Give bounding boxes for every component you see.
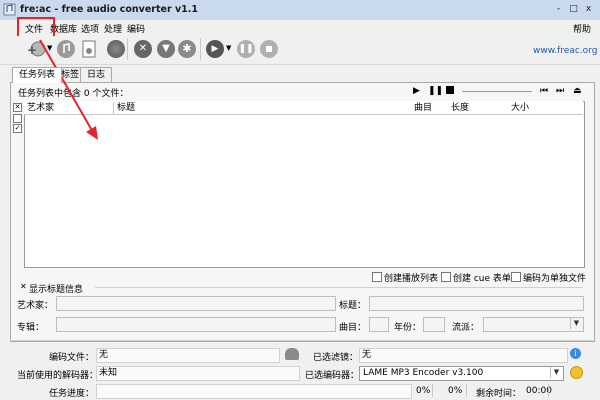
selected-filter-label: 已选滤镜： (313, 353, 359, 363)
create-playlist-checkbox[interactable] (372, 272, 382, 282)
separator (10, 340, 593, 341)
decoder-value: 未知 (96, 366, 300, 381)
tab-joblist[interactable]: 任务列表 (12, 67, 62, 83)
album-field[interactable] (56, 317, 336, 332)
app-icon (3, 3, 16, 16)
album-label: 专辑： (17, 323, 45, 333)
eject-icon[interactable]: ⏏ (573, 86, 582, 96)
tools-icon[interactable]: ✕ (134, 40, 152, 58)
window-title: fre:ac - free audio converter v1.1 (20, 4, 198, 15)
chevron-down-icon: ▼ (550, 367, 562, 378)
play-icon[interactable]: ▶ (413, 86, 420, 96)
encoding-file-value: 无 (96, 348, 280, 363)
column-track[interactable]: 曲目 (411, 102, 449, 114)
create-cue-label: 创建 cue 表单 (453, 274, 511, 284)
gear-icon[interactable]: ✱ (178, 40, 196, 58)
genre-label: 流派： (452, 323, 480, 333)
column-length[interactable]: 长度 (448, 102, 509, 114)
seek-slider[interactable] (462, 91, 532, 92)
divider (466, 384, 467, 397)
progress-bar (96, 384, 412, 399)
play-icon[interactable]: ▶ (206, 40, 224, 58)
create-playlist-label: 创建播放列表 (384, 274, 439, 284)
genre-select[interactable]: ▼ (483, 317, 584, 332)
encode-single-label: 编码为单独文件 (523, 274, 587, 284)
encoder-label: 已选编码器： (305, 371, 360, 381)
selected-filter-value: 无 (359, 348, 568, 363)
groupbox-line (95, 287, 583, 288)
show-tag-info-label: 显示标题信息 (29, 285, 84, 295)
encoding-file-label: 编码文件： (49, 353, 95, 363)
previous-icon[interactable]: ⏮ (540, 86, 548, 96)
pause-icon[interactable]: ❚❚ (428, 86, 443, 96)
select-all-checkbox[interactable]: ✕ (13, 103, 22, 112)
create-cue-checkbox[interactable] (441, 272, 451, 282)
stop-icon[interactable] (446, 86, 454, 94)
encoder-select[interactable]: LAME MP3 Encoder v3.100 ▼ (359, 366, 564, 381)
select-none-checkbox[interactable] (13, 114, 22, 123)
info-icon[interactable]: i (570, 348, 581, 359)
restore-button[interactable]: □ (567, 4, 580, 15)
decoder-label: 当前使用的解码器： (17, 371, 99, 381)
filter-icon[interactable]: ▼ (157, 40, 175, 58)
encode-single-checkbox[interactable] (511, 272, 521, 282)
track-field[interactable] (369, 317, 389, 332)
divider (548, 384, 549, 397)
year-label: 年份： (394, 323, 422, 333)
close-button[interactable]: x (582, 4, 595, 15)
show-tag-info-checkbox[interactable]: ✕ (20, 282, 27, 291)
annotation-arrow (39, 39, 98, 140)
divider (432, 384, 433, 397)
toolbar-divider (127, 38, 128, 60)
chevron-down-icon[interactable]: ▼ (226, 44, 231, 52)
track-label: 曲目： (339, 323, 367, 333)
title-label: 标题： (339, 301, 367, 311)
year-field[interactable] (423, 317, 445, 332)
toolbar-divider (200, 38, 201, 60)
menu-help[interactable]: 帮助 (573, 22, 591, 35)
encoder-value: LAME MP3 Encoder v3.100 (363, 368, 484, 378)
artist-field[interactable] (56, 296, 336, 311)
column-size[interactable]: 大小 (508, 102, 584, 114)
stop-icon[interactable] (260, 40, 278, 58)
total-progress-percent: 0% (448, 386, 463, 396)
progress-percent: 0% (416, 386, 431, 396)
minimize-button[interactable]: - (552, 4, 565, 15)
progress-label: 任务进度： (49, 389, 95, 399)
column-title[interactable]: 标题 (114, 102, 412, 114)
settings-icon[interactable] (570, 366, 583, 379)
next-icon[interactable]: ⏭ (556, 86, 564, 96)
website-link[interactable]: www.freac.org (533, 46, 597, 56)
chevron-down-icon: ▼ (570, 318, 582, 329)
remaining-label: 剩余时间： (476, 389, 522, 399)
pause-icon[interactable]: ❚❚ (237, 40, 255, 58)
menu-encode[interactable]: 编码 (127, 22, 145, 35)
artist-label: 艺术家： (17, 301, 54, 311)
filter-icon (285, 348, 299, 360)
toggle-selection-checkbox[interactable]: ✓ (13, 124, 22, 133)
title-field[interactable] (369, 296, 584, 311)
